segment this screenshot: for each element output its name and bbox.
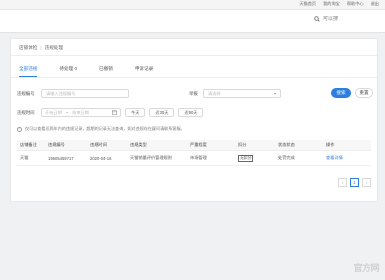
breadcrumb: 店铺体检 | 违规处理	[19, 45, 63, 51]
chevron-down-icon: ▾	[273, 91, 276, 96]
date-range-separator: ~	[65, 110, 69, 115]
tab-bar: 全部违规 待处理 0 已撤销 申诉记录	[19, 66, 175, 77]
top-link-logout[interactable]: 退出	[371, 1, 379, 7]
view-details-link[interactable]: 查看详情	[326, 155, 343, 160]
column-header: 违规时间	[87, 140, 127, 151]
divider	[11, 77, 377, 78]
breadcrumb-separator: |	[40, 45, 42, 50]
watermark: 官方网	[353, 263, 379, 273]
prev-page-button[interactable]: ‹	[338, 178, 347, 187]
top-link-help[interactable]: 帮助中心	[347, 1, 364, 7]
calendar-icon[interactable]	[112, 110, 117, 116]
breadcrumb-item-shop-check[interactable]: 店铺体检	[19, 45, 37, 51]
table-cell: 市场管理	[187, 150, 235, 166]
report-type-label: 举报	[189, 90, 198, 96]
table-cell: 处罚完成	[275, 150, 323, 166]
column-header: 操作	[323, 140, 371, 151]
penalty-tag: 无扣分	[238, 154, 254, 162]
column-header: 严重程度	[187, 140, 235, 151]
tab-all-violations[interactable]: 全部违规	[19, 66, 38, 77]
filter-row-2: 违规时间 开始日期 ~ 结束日期 今天 近30天 近90天	[17, 108, 204, 117]
breadcrumb-item-violation: 违规处理	[44, 45, 63, 50]
violation-table: 店铺备注 违规编号 违规时间 违规类型 严重程度 扣分 状态状态 操作 天猫 1…	[17, 140, 371, 166]
violation-id-placeholder: 请输入违规编号	[46, 90, 76, 96]
filter-row-1: 违规编号 请输入违规编号 举报 请选择 ▾	[17, 89, 281, 98]
report-type-value: 请选择	[208, 90, 221, 96]
column-header: 违规类型	[127, 140, 187, 151]
header	[0, 10, 385, 33]
table-cell: 查看详情	[323, 150, 371, 166]
tab-pending[interactable]: 待处理 0	[59, 66, 77, 77]
table-header-row: 店铺备注 违规编号 违规时间 违规类型 严重程度 扣分 状态状态 操作	[17, 140, 371, 151]
info-icon: !	[17, 126, 22, 132]
notice-bar: ! 仅可以查看近两年内的违规记录，超期的记录无法查询，如对违规存在疑问请联系客服…	[17, 126, 185, 132]
date-range-picker[interactable]: 开始日期 ~ 结束日期	[41, 108, 121, 117]
table-cell: 无扣分	[235, 150, 275, 166]
page-1-button[interactable]: 1	[350, 178, 359, 187]
next-page-button[interactable]: ›	[362, 178, 371, 187]
quick-90-days-button[interactable]: 近90天	[178, 108, 204, 117]
table-cell: 2020-04-16	[87, 150, 127, 166]
search-icon[interactable]	[314, 16, 320, 22]
top-link-home[interactable]: 天猫首页	[299, 1, 316, 7]
divider	[11, 55, 377, 56]
pagination: ‹ 1 ›	[338, 178, 371, 187]
search-input[interactable]	[323, 16, 383, 22]
top-link-my-taobao[interactable]: 我的淘宝	[323, 1, 340, 7]
start-date[interactable]: 开始日期	[45, 110, 62, 116]
column-header: 违规编号	[45, 140, 87, 151]
violation-time-label: 违规时间	[17, 109, 35, 115]
top-bar: 天猫首页 我的淘宝 帮助中心 退出	[0, 0, 385, 10]
top-links: 天猫首页 我的淘宝 帮助中心 退出	[299, 1, 379, 7]
end-date[interactable]: 结束日期	[72, 110, 89, 116]
notice-text: 仅可以查看近两年内的违规记录，超期的记录无法查询，如对违规存在疑问请联系客服。	[25, 126, 185, 131]
header-search	[314, 16, 383, 22]
tab-revoked[interactable]: 已撤销	[99, 66, 113, 77]
violation-id-input[interactable]: 请输入违规编号	[41, 89, 129, 98]
table-cell: 天猫销量评价管理规则	[127, 150, 187, 166]
quick-today-button[interactable]: 今天	[125, 108, 146, 117]
tab-appeal-records[interactable]: 申诉记录	[135, 66, 153, 77]
reset-button[interactable]: 重置	[355, 88, 373, 98]
column-header: 扣分	[235, 140, 275, 151]
main-card: 店铺体检 | 违规处理 全部违规 待处理 0 已撤销 申诉记录 违规编号 请输入…	[10, 38, 378, 202]
table-row: 天猫 19505459717 2020-04-16 天猫销量评价管理规则 市场管…	[17, 150, 371, 166]
column-header: 店铺备注	[17, 140, 45, 151]
report-type-select[interactable]: 请选择 ▾	[203, 89, 281, 98]
violation-id-label: 违规编号	[17, 90, 35, 96]
search-button[interactable]: 搜索	[331, 88, 351, 98]
column-header: 状态状态	[275, 140, 323, 151]
table-cell: 天猫	[17, 150, 45, 166]
table-cell: 19505459717	[45, 150, 87, 166]
quick-30-days-button[interactable]: 近30天	[149, 108, 175, 117]
